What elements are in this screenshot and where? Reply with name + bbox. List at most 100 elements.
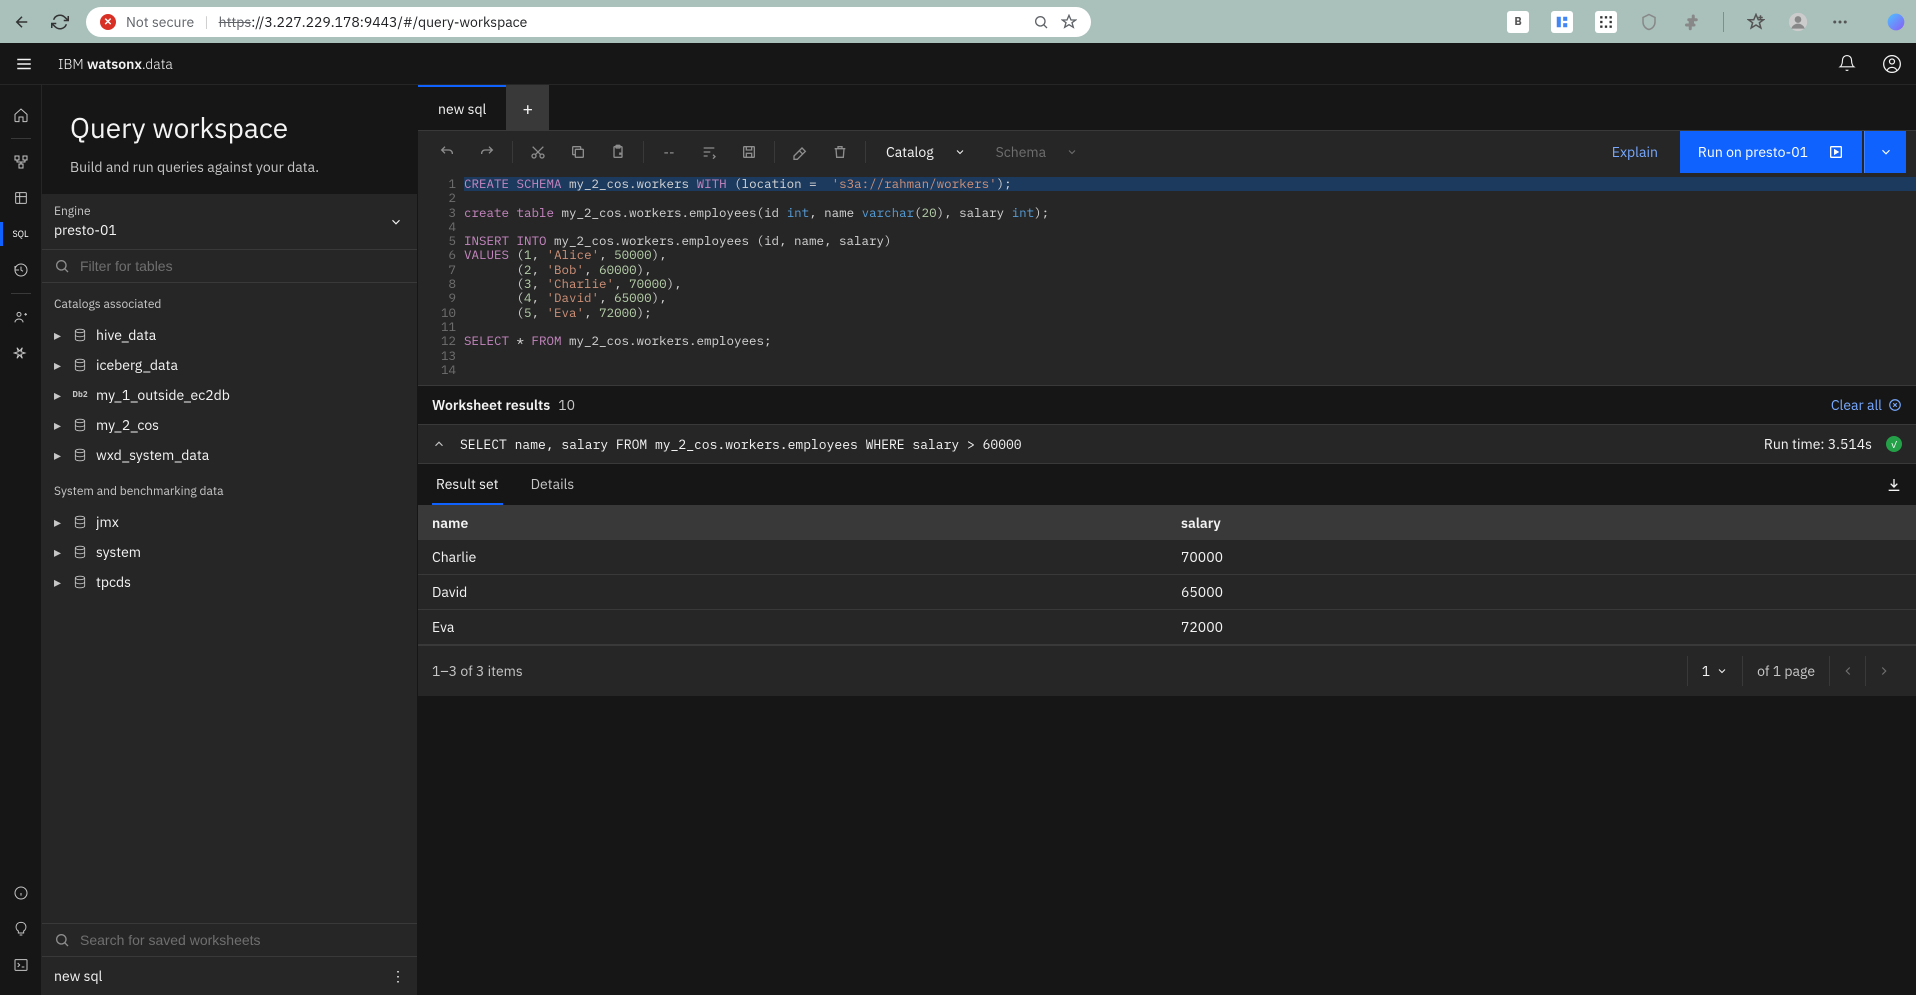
icon-rail: SQL xyxy=(0,85,42,995)
rail-sql[interactable]: SQL xyxy=(0,218,42,250)
worksheet-item[interactable]: new sql ⋮ xyxy=(42,957,417,995)
run-split-button[interactable] xyxy=(1864,131,1906,173)
zoom-icon[interactable] xyxy=(1033,14,1049,30)
database-icon xyxy=(72,447,88,463)
more-icon[interactable] xyxy=(1830,12,1850,32)
caret-icon: ▸ xyxy=(54,356,64,374)
caret-icon: ▸ xyxy=(54,416,64,434)
clear-all-button[interactable]: Clear all xyxy=(1831,396,1902,414)
catalog-item[interactable]: ▸hive_data xyxy=(42,320,417,350)
rail-terminal[interactable] xyxy=(0,949,42,981)
next-page-button[interactable] xyxy=(1866,656,1902,686)
database-icon xyxy=(72,327,88,343)
filter-tables-input[interactable] xyxy=(80,258,405,274)
rail-help[interactable] xyxy=(0,913,42,945)
caret-icon: ▸ xyxy=(54,446,64,464)
comment-icon[interactable]: -- xyxy=(650,133,688,171)
catalog-item[interactable]: ▸wxd_system_data xyxy=(42,440,417,470)
caret-icon: ▸ xyxy=(54,513,64,531)
ext-icon-1[interactable]: B xyxy=(1507,11,1529,33)
prev-page-button[interactable] xyxy=(1830,656,1866,686)
rail-settings[interactable] xyxy=(0,337,42,369)
sql-editor[interactable]: 1234567891011121314 CREATE SCHEMA my_2_c… xyxy=(418,173,1916,385)
column-header[interactable]: salary xyxy=(1167,506,1916,540)
schema-select[interactable]: Schema xyxy=(982,131,1093,173)
system-item[interactable]: ▸tpcds xyxy=(42,567,417,597)
catalog-item[interactable]: ▸ iceberg_data xyxy=(42,350,417,380)
extensions-icon[interactable] xyxy=(1681,12,1701,32)
catalog-item[interactable]: ▸Db2my_1_outside_ec2db xyxy=(42,380,417,410)
rail-info[interactable] xyxy=(0,877,42,909)
browser-toolbar: ✕ Not secure | https://3.227.229.178:944… xyxy=(0,0,1916,43)
catalogs-section-label: Catalogs associated xyxy=(42,283,417,320)
delete-icon[interactable] xyxy=(821,133,859,171)
notifications-icon[interactable] xyxy=(1838,54,1858,74)
rail-infra[interactable] xyxy=(0,146,42,178)
profile-icon[interactable] xyxy=(1788,12,1808,32)
user-icon[interactable] xyxy=(1882,54,1902,74)
catalog-item[interactable]: ▸my_2_cos xyxy=(42,410,417,440)
rail-home[interactable] xyxy=(0,99,42,131)
copilot-icon[interactable] xyxy=(1886,12,1906,32)
rail-data[interactable] xyxy=(0,182,42,214)
system-item[interactable]: ▸jmx xyxy=(42,507,417,537)
clear-icon[interactable] xyxy=(781,133,819,171)
caret-icon: ▸ xyxy=(54,543,64,561)
search-icon xyxy=(54,932,70,948)
cut-icon[interactable] xyxy=(519,133,557,171)
tab-result-set[interactable]: Result set xyxy=(432,464,503,505)
database-icon xyxy=(72,574,88,590)
engine-select[interactable]: Engine presto-01 xyxy=(42,194,417,250)
catalog-name: iceberg_data xyxy=(96,356,178,374)
page-select[interactable]: 1 xyxy=(1687,656,1743,686)
url-text: https://3.227.229.178:9443/#/query-works… xyxy=(219,13,528,31)
main-content: new sql + -- Catalog Schema xyxy=(418,85,1916,995)
favorites-icon[interactable] xyxy=(1746,12,1766,32)
ext-icon-4[interactable] xyxy=(1639,12,1659,32)
table-cell: David xyxy=(418,575,1167,610)
favorite-icon[interactable] xyxy=(1061,14,1077,30)
redo-icon[interactable] xyxy=(468,133,506,171)
editor-tabs: new sql + xyxy=(418,85,1916,131)
url-bar[interactable]: ✕ Not secure | https://3.227.229.178:944… xyxy=(86,7,1091,37)
left-panel: Query workspace Build and run queries ag… xyxy=(42,85,418,995)
results-count: 10 xyxy=(558,396,575,414)
database-icon xyxy=(72,544,88,560)
rail-history[interactable] xyxy=(0,254,42,286)
search-worksheets-input[interactable] xyxy=(80,932,405,948)
pagination: 1–3 of 3 items 1 of 1 page xyxy=(418,645,1916,696)
collapse-icon[interactable] xyxy=(432,437,446,451)
ext-icon-2[interactable] xyxy=(1551,11,1573,33)
back-button[interactable] xyxy=(10,10,34,34)
save-icon[interactable] xyxy=(730,133,768,171)
overflow-icon[interactable]: ⋮ xyxy=(391,967,405,985)
search-icon xyxy=(54,258,70,274)
table-row: David65000 xyxy=(418,575,1916,610)
catalog-name: hive_data xyxy=(96,326,156,344)
engine-label: Engine xyxy=(54,204,405,219)
system-item[interactable]: ▸system xyxy=(42,537,417,567)
refresh-button[interactable] xyxy=(48,10,72,34)
database-icon xyxy=(72,514,88,530)
results-header: Worksheet results 10 Clear all xyxy=(418,385,1916,425)
run-button[interactable]: Run on presto-01 xyxy=(1680,131,1862,173)
result-tabs: Result set Details xyxy=(418,464,1916,506)
filter-tables-row xyxy=(42,250,417,283)
tab-add[interactable]: + xyxy=(506,85,549,130)
ext-icon-3[interactable] xyxy=(1595,11,1617,33)
explain-button[interactable]: Explain xyxy=(1592,131,1678,173)
tab-new-sql[interactable]: new sql xyxy=(418,85,506,130)
paste-icon[interactable] xyxy=(599,133,637,171)
catalog-select[interactable]: Catalog xyxy=(872,131,980,173)
column-header[interactable]: name xyxy=(418,506,1167,540)
rail-access[interactable] xyxy=(0,301,42,333)
copy-icon[interactable] xyxy=(559,133,597,171)
table-row: Eva72000 xyxy=(418,610,1916,645)
menu-icon[interactable] xyxy=(14,54,34,74)
download-icon[interactable] xyxy=(1886,477,1902,493)
database-icon: Db2 xyxy=(72,387,88,403)
format-icon[interactable] xyxy=(690,133,728,171)
worksheet-name: new sql xyxy=(54,967,102,985)
undo-icon[interactable] xyxy=(428,133,466,171)
tab-details[interactable]: Details xyxy=(527,464,579,505)
